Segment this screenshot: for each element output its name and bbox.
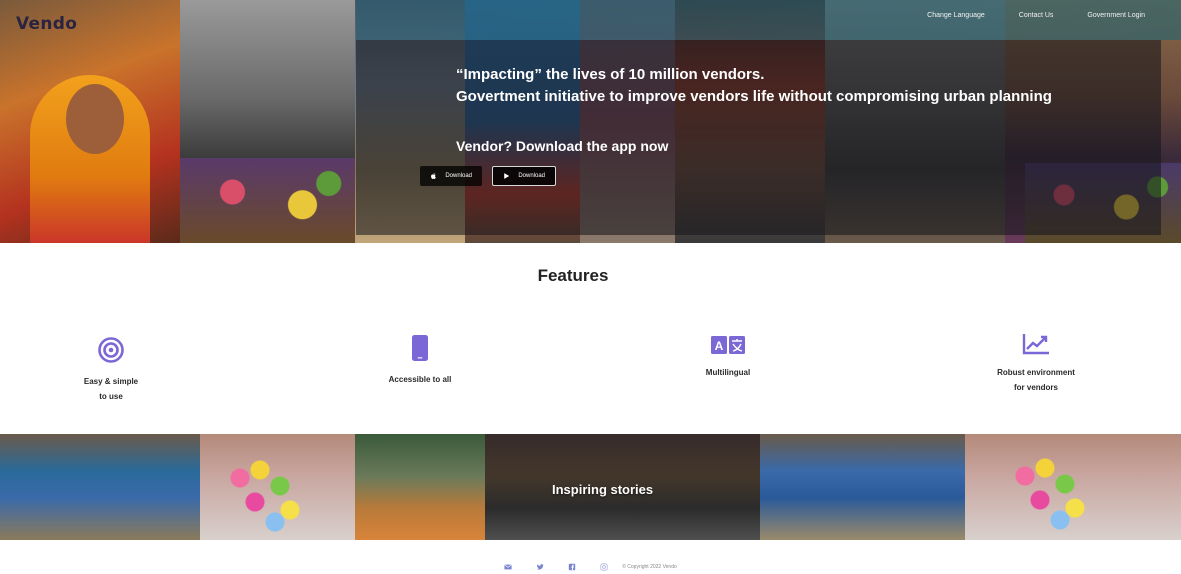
hero-line-2: Govertment initiative to improve vendors… (456, 88, 1052, 105)
brand-logo[interactable]: Vendo (16, 14, 77, 34)
feature-label: Multilingual (705, 368, 751, 377)
feature-easy-simple: Easy & simple to use (41, 336, 181, 404)
nav-change-language[interactable]: Change Language (927, 12, 985, 19)
hero-line-1: “Impacting” the lives of 10 million vend… (456, 66, 765, 83)
instagram-icon[interactable] (600, 563, 608, 571)
footer: © Copyright 2022 Vendo (0, 560, 1181, 574)
story-photo-balloons-2 (965, 434, 1181, 540)
translate-icon: A (711, 336, 745, 354)
story-photo-vendor-woman-2 (760, 434, 965, 540)
svg-text:A: A (715, 339, 724, 353)
apple-icon (431, 173, 436, 179)
smartphone-icon (412, 335, 428, 361)
play-store-icon (504, 173, 510, 179)
store-buttons: Download Download (420, 166, 556, 186)
hero-cta-text: Vendor? Download the app now (456, 138, 669, 154)
copyright-text: © Copyright 2022 Vendo (622, 564, 677, 570)
facebook-icon[interactable] (568, 563, 576, 571)
nav-government-login[interactable]: Government Login (1087, 12, 1145, 19)
features-title: Features (537, 266, 609, 285)
top-navbar: Vendo Change Language Contact Us Governm… (0, 0, 1181, 40)
story-photo-balloons (200, 434, 355, 540)
twitter-icon[interactable] (536, 563, 544, 571)
trending-up-icon (1022, 334, 1049, 355)
feature-accessible: Accessible to all (350, 334, 490, 387)
hero-banner: Vendo Change Language Contact Us Governm… (0, 0, 1181, 243)
inspiring-stories-title[interactable]: Inspiring stories (552, 482, 653, 497)
feature-robust-environment: Robust environment for vendors (966, 333, 1106, 395)
feature-label: Robust environment for vendors (997, 368, 1075, 392)
target-icon (98, 337, 124, 363)
hero-headline: “Impacting” the lives of 10 million vend… (456, 64, 1052, 108)
nav-links: Change Language Contact Us Government Lo… (927, 12, 1145, 19)
play-store-button-label: Download (518, 173, 545, 179)
feature-multilingual: A Multilingual (658, 335, 798, 380)
story-photo-fruit-vendor (355, 434, 485, 540)
story-photo-vendor-woman (0, 434, 200, 540)
feature-label: Easy & simple to use (83, 377, 139, 401)
mail-icon[interactable] (504, 563, 513, 571)
feature-label: Accessible to all (388, 375, 452, 384)
nav-contact-us[interactable]: Contact Us (1019, 12, 1054, 19)
play-store-download-button[interactable]: Download (492, 166, 556, 186)
app-store-download-button[interactable]: Download (420, 166, 482, 186)
navbar-background (356, 0, 1181, 40)
app-store-button-label: Download (445, 173, 472, 179)
